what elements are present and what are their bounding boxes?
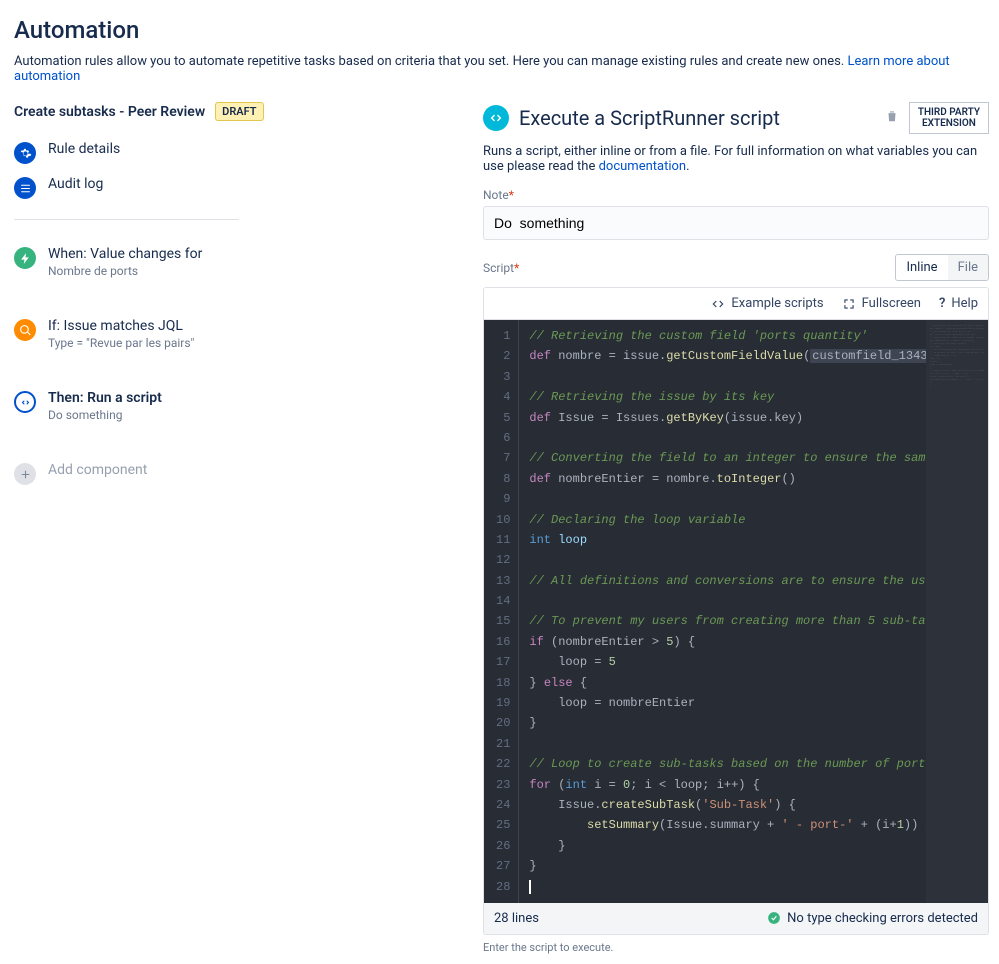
page-subtitle: Automation rules allow you to automate r… [14, 54, 989, 84]
if-condition[interactable]: If: Issue matches JQL Type = "Revue par … [14, 312, 459, 356]
bolt-icon [14, 247, 36, 269]
search-icon [14, 319, 36, 341]
minimap[interactable]: // Retrieving the custom field 'ports qu… [926, 320, 988, 903]
extension-badge: THIRD PARTY EXTENSION [909, 102, 989, 134]
rule-name: Create subtasks - Peer Review [14, 104, 205, 120]
status-badge: DRAFT [215, 102, 263, 121]
nav-audit-log[interactable]: Audit log [14, 170, 459, 205]
fullscreen-button[interactable]: Fullscreen [842, 296, 921, 311]
documentation-link[interactable]: documentation [599, 159, 687, 174]
note-input[interactable] [483, 206, 989, 240]
script-source-toggle: Inline File [895, 254, 989, 281]
then-action[interactable]: Then: Run a script Do something [14, 384, 459, 428]
code-lines[interactable]: // Retrieving the custom field 'ports qu… [519, 320, 926, 903]
nav-rule-details[interactable]: Rule details [14, 135, 459, 170]
divider [14, 219, 239, 220]
delete-button[interactable] [885, 109, 899, 127]
toggle-file[interactable]: File [948, 255, 988, 280]
scriptrunner-icon [483, 105, 509, 131]
code-editor: Example scripts Fullscreen ? Help 123456… [483, 287, 989, 935]
status-ok: No type checking errors detected [767, 911, 978, 926]
gear-icon [14, 142, 36, 164]
toggle-inline[interactable]: Inline [896, 255, 947, 280]
panel-title: Execute a ScriptRunner script [519, 106, 875, 130]
script-label: Script* [483, 261, 519, 275]
panel-description: Runs a script, either inline or from a f… [483, 144, 989, 174]
help-button[interactable]: ? Help [939, 296, 978, 311]
code-area[interactable]: 1234567891011121314151617181920212223242… [484, 320, 988, 903]
example-scripts-button[interactable]: Example scripts [711, 296, 823, 311]
plus-icon [14, 463, 36, 485]
line-gutter: 1234567891011121314151617181920212223242… [484, 320, 519, 903]
script-icon [14, 391, 36, 413]
page-title: Automation [14, 16, 989, 44]
helper-text: Enter the script to execute. [483, 941, 989, 954]
when-trigger[interactable]: When: Value changes for Nombre de ports [14, 240, 459, 284]
lines-count: 28 lines [494, 911, 539, 926]
note-label: Note* [483, 188, 989, 202]
list-icon [14, 177, 36, 199]
add-component[interactable]: Add component [14, 456, 459, 491]
